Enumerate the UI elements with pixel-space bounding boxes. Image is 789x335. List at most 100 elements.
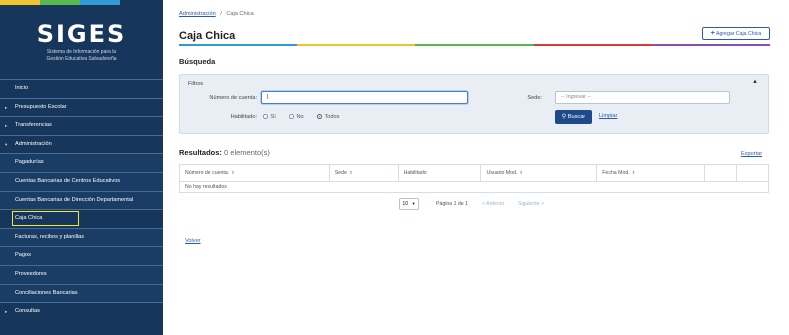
chevron-right-icon: ▸ xyxy=(5,104,8,110)
breadcrumb-current: Caja Chica xyxy=(226,11,254,17)
results-title: Resultados: 0 elemento(s) xyxy=(179,148,270,157)
sidebar-item-label: Administración xyxy=(15,140,52,147)
sidebar-item-label: Cuentas Bancarias de Dirección Departame… xyxy=(15,196,134,203)
column-header-fecha-mod[interactable]: Fecha Mod. ⇕ xyxy=(596,164,706,182)
sidebar-item-label: Facturas, recibos y planillas xyxy=(15,233,85,240)
numero-cuenta-input[interactable]: | xyxy=(261,91,468,104)
sidebar-item-cuentas-bancarias-de-centros-educativos[interactable]: Cuentas Bancarias de Centros Educativos xyxy=(0,171,163,191)
column-header-action-1 xyxy=(704,164,737,182)
breadcrumb-link-administracion[interactable]: Administración xyxy=(179,11,216,17)
sidebar-item-consultas[interactable]: ▸ Consultas xyxy=(0,302,163,321)
sort-icon: ⇕ xyxy=(231,170,235,175)
sidebar-item-label: Presupuesto Escolar xyxy=(15,103,67,110)
brand-stripe-green xyxy=(40,0,80,5)
habilitado-label: Habilitado: xyxy=(230,114,257,120)
sede-input[interactable]: -- Ingresar -- xyxy=(555,91,730,104)
previous-page-button[interactable]: < Anterior xyxy=(482,201,504,207)
column-header-numero-cuenta[interactable]: Número de cuenta: ⇕ xyxy=(179,164,330,182)
buscar-button[interactable]: ⚲ Buscar xyxy=(555,110,592,124)
sidebar-item-label: Proveedores xyxy=(15,270,47,277)
column-header-action-2 xyxy=(736,164,769,182)
breadcrumb-separator: / xyxy=(220,11,222,17)
logo-subtitle-line-2: Gestión Educativa Salvadoreña xyxy=(46,56,117,62)
search-icon: ⚲ xyxy=(561,114,567,120)
radio-si-label: Sí xyxy=(270,114,276,120)
radio-todos-label: Todos xyxy=(324,114,340,120)
siges-logo[interactable]: SIGES Sistema de Información para la Ges… xyxy=(0,20,163,62)
sidebar: SIGES Sistema de Información para la Ges… xyxy=(0,0,163,335)
sidebar-item-label: Inicio xyxy=(15,85,29,91)
column-label: Habilitado xyxy=(403,170,427,176)
sidebar-menu: Inicio ▸ Presupuesto Escolar ▸ Transferencia… xyxy=(0,79,163,321)
sort-icon: ⇕ xyxy=(519,170,524,175)
sidebar-item-label: Consultas xyxy=(15,308,40,315)
chevron-right-icon: ▸ xyxy=(5,309,8,315)
column-header-sede[interactable]: Sede ⇕ xyxy=(328,164,399,182)
table-header-row: Número de cuenta: ⇕ Sede ⇕ Habilitado Usua… xyxy=(179,164,769,182)
sidebar-item-transferencias[interactable]: ▸ Transferencias xyxy=(0,116,163,135)
results-count: 0 elemento(s) xyxy=(224,148,270,157)
sidebar-item-facturas-recibos-y-planillas[interactable]: Facturas, recibos y planillas xyxy=(0,227,163,247)
chevron-up-icon[interactable]: ▲ xyxy=(752,79,758,85)
sidebar-item-label: Cuentas Bancarias de Centros Educativos xyxy=(15,177,121,184)
sidebar-item-caja-chica[interactable]: Caja Chica xyxy=(0,209,163,228)
radio-no-icon xyxy=(289,114,294,119)
sidebar-item-label: Caja Chica xyxy=(15,215,43,222)
column-header-habilitado[interactable]: Habilitado xyxy=(397,164,482,182)
table-row: No hay resultados xyxy=(179,181,769,193)
radio-si-icon xyxy=(263,114,268,119)
sidebar-item-pagadurias[interactable]: Pagadurías xyxy=(0,153,163,172)
buscar-label: Buscar xyxy=(567,114,586,120)
next-page-button[interactable]: Siguiente > xyxy=(518,201,544,207)
sidebar-item-label: Pagadurías xyxy=(15,159,44,166)
page-size-select[interactable]: 10 ▼ xyxy=(399,198,419,210)
sidebar-item-label: Transferencias xyxy=(15,122,52,129)
filters-panel: Filtros ▲ Número de cuenta: | Sede: -- I… xyxy=(179,74,769,134)
page-size-value: 10 xyxy=(402,201,409,207)
sort-icon: ⇕ xyxy=(631,170,636,175)
add-button-label: Agregar Caja Chica xyxy=(715,31,762,37)
chevron-right-icon: ▸ xyxy=(5,123,8,129)
sidebar-item-proveedores[interactable]: Proveedores xyxy=(0,264,163,284)
filters-title: Filtros xyxy=(188,81,204,87)
sede-label: Sede: xyxy=(527,95,542,101)
search-heading: Búsqueda xyxy=(179,57,216,66)
column-label: Fecha Mod. xyxy=(602,170,630,176)
chevron-down-icon: ▼ xyxy=(411,201,416,206)
brand-stripe-yellow xyxy=(0,0,40,5)
sort-icon: ⇕ xyxy=(348,170,353,175)
results-table: Número de cuenta: ⇕ Sede ⇕ Habilitado Usua… xyxy=(179,164,769,193)
page-info: Página 1 de 1 xyxy=(436,201,469,207)
chevron-down-icon: ▾ xyxy=(5,141,8,147)
radio-todos-icon xyxy=(317,114,322,119)
sidebar-item-administracion[interactable]: ▾ Administración xyxy=(0,134,163,154)
radio-todos[interactable]: Todos xyxy=(317,114,339,120)
numero-cuenta-label: Número de cuenta: xyxy=(209,95,257,101)
breadcrumb: Administración / Caja Chica xyxy=(179,11,254,17)
rainbow-divider xyxy=(179,44,771,46)
sidebar-item-label: Pagos xyxy=(15,252,31,259)
radio-si[interactable]: Sí xyxy=(263,114,276,120)
sidebar-item-label: Conciliaciones Bancarias xyxy=(15,289,78,296)
empty-results-cell: No hay resultados xyxy=(179,181,769,193)
sidebar-item-cuentas-bancarias-de-direccion-departamental[interactable]: Cuentas Bancarias de Dirección Departame… xyxy=(0,190,163,210)
logo-title: SIGES xyxy=(36,20,127,48)
results-label: Resultados: xyxy=(179,148,222,157)
sidebar-item-inicio[interactable]: Inicio xyxy=(0,79,163,98)
brand-stripe-blue xyxy=(80,0,120,5)
sidebar-item-conciliaciones-bancarias[interactable]: Conciliaciones Bancarias xyxy=(0,283,163,303)
plus-icon: + xyxy=(710,30,715,37)
column-label: Usuario Mod. xyxy=(486,170,518,176)
sidebar-item-pagos[interactable]: Pagos xyxy=(0,246,163,265)
add-caja-chica-button[interactable]: + Agregar Caja Chica xyxy=(702,27,770,40)
column-label: Sede xyxy=(334,170,347,176)
main-content: Administración / Caja Chica Caja Chica +… xyxy=(163,0,789,335)
column-header-usuario-mod[interactable]: Usuario Mod. ⇕ xyxy=(480,164,598,182)
limpiar-link[interactable]: Limpiar xyxy=(599,113,617,119)
page-title: Caja Chica xyxy=(179,30,236,42)
radio-no-label: No xyxy=(296,114,304,120)
sidebar-item-presupuesto-escolar[interactable]: ▸ Presupuesto Escolar xyxy=(0,97,163,117)
exportar-link[interactable]: Exportar xyxy=(741,151,762,157)
radio-no[interactable]: No xyxy=(289,114,304,120)
volver-link[interactable]: Volver xyxy=(185,238,201,244)
